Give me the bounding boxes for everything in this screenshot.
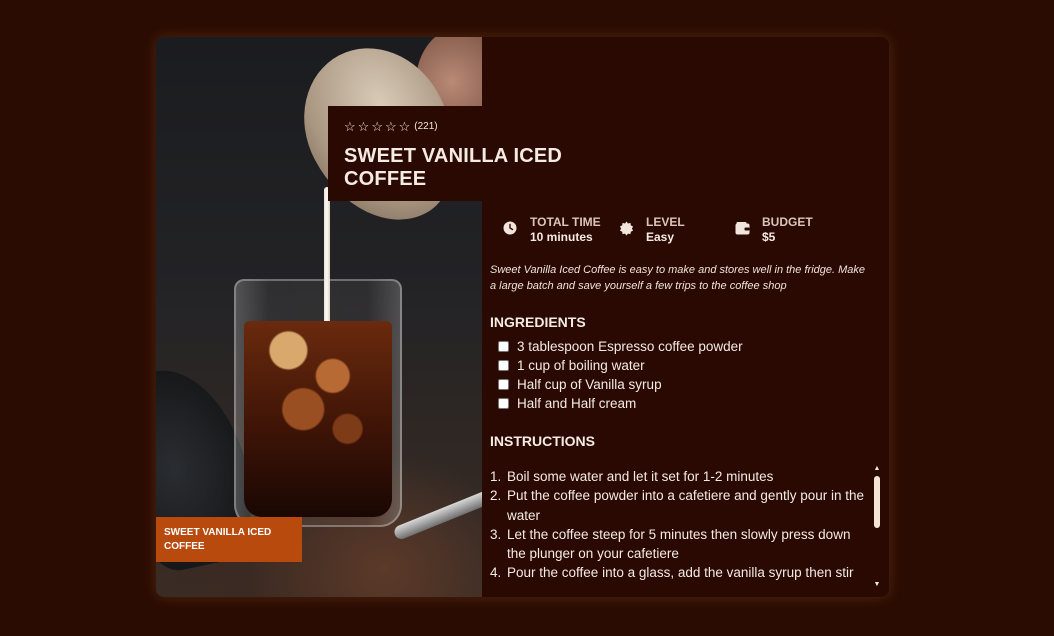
instruction-step: 4. Pour the coffee into a glass, add the … <box>490 563 865 582</box>
instruction-step: 1. Boil some water and let it set for 1-2… <box>490 467 865 486</box>
meta-label: TOTAL TIME <box>530 215 601 229</box>
ingredient-checkbox[interactable] <box>498 379 509 390</box>
spoon-decoration <box>392 486 482 542</box>
step-number: 3. <box>490 526 502 542</box>
recipe-info-panel: TOTAL TIME 10 minutes LEVEL Easy BUDGET … <box>490 37 889 597</box>
meta-total-time: TOTAL TIME 10 minutes <box>502 215 618 245</box>
instruction-step: 2. Put the coffee powder into a cafetiere… <box>490 486 865 525</box>
photo-caption-label: SWEET VANILLA ICED COFFEE <box>156 517 302 562</box>
instructions-heading: INSTRUCTIONS <box>490 433 595 449</box>
meta-label: BUDGET <box>762 215 813 229</box>
meta-label: LEVEL <box>646 215 685 229</box>
scroll-thumb[interactable] <box>874 476 880 528</box>
ingredient-item[interactable]: 3 tablespoon Espresso coffee powder <box>498 337 743 356</box>
coffee-decoration <box>244 321 392 517</box>
rating-count: (221) <box>414 121 438 132</box>
instructions-list: 1. Boil some water and let it set for 1-2… <box>490 467 865 583</box>
meta-value: Easy <box>646 230 675 244</box>
ingredient-label: 3 tablespoon Espresso coffee powder <box>517 339 743 354</box>
star-icon[interactable]: ☆ <box>399 120 411 133</box>
recipe-card: SWEET VANILLA ICED COFFEE ☆ ☆ ☆ ☆ ☆ (221… <box>156 37 889 597</box>
meta-value: $5 <box>762 230 776 244</box>
scroll-up-icon[interactable]: ▲ <box>873 465 881 473</box>
star-icon[interactable]: ☆ <box>371 120 383 133</box>
star-icon[interactable]: ☆ <box>344 120 356 133</box>
step-text: Boil some water and let it set for 1-2 m… <box>507 469 774 484</box>
ingredient-label: Half and Half cream <box>517 396 637 411</box>
recipe-description: Sweet Vanilla Iced Coffee is easy to mak… <box>490 264 866 292</box>
clock-icon <box>502 220 518 236</box>
glass-decoration <box>234 279 402 527</box>
step-number: 4. <box>490 565 502 581</box>
ingredient-item[interactable]: Half cup of Vanilla syrup <box>498 375 743 394</box>
ingredient-item[interactable]: 1 cup of boiling water <box>498 356 743 375</box>
meta-value: 10 minutes <box>530 230 593 244</box>
ingredient-label: Half cup of Vanilla syrup <box>517 377 662 392</box>
ingredients-list: 3 tablespoon Espresso coffee powder 1 cu… <box>498 337 743 413</box>
wallet-icon <box>734 220 750 236</box>
instructions-scroll-area[interactable]: 1. Boil some water and let it set for 1-2… <box>490 467 885 589</box>
step-number: 2. <box>490 488 502 504</box>
step-text: Pour the coffee into a glass, add the va… <box>507 565 854 581</box>
step-number: 1. <box>490 469 502 484</box>
meta-budget: BUDGET $5 <box>734 215 813 245</box>
recipe-meta: TOTAL TIME 10 minutes LEVEL Easy BUDGET … <box>502 215 813 245</box>
instruction-step: 3. Let the coffee steep for 5 minutes the… <box>490 525 865 564</box>
step-text: Put the coffee powder into a cafetiere a… <box>507 488 864 523</box>
instructions-scrollbar[interactable]: ▲ ▼ <box>873 465 881 589</box>
star-icon[interactable]: ☆ <box>358 120 370 133</box>
ingredient-item[interactable]: Half and Half cream <box>498 394 743 413</box>
ingredients-heading: INGREDIENTS <box>490 314 586 330</box>
step-text: Let the coffee steep for 5 minutes then … <box>507 526 851 562</box>
badge-icon <box>618 220 634 236</box>
meta-level: LEVEL Easy <box>618 215 734 245</box>
ingredient-label: 1 cup of boiling water <box>517 358 645 373</box>
ingredient-checkbox[interactable] <box>498 398 509 409</box>
ingredient-checkbox[interactable] <box>498 341 509 352</box>
scroll-down-icon[interactable]: ▼ <box>873 581 881 589</box>
ingredient-checkbox[interactable] <box>498 360 509 371</box>
star-icon[interactable]: ☆ <box>385 120 397 133</box>
